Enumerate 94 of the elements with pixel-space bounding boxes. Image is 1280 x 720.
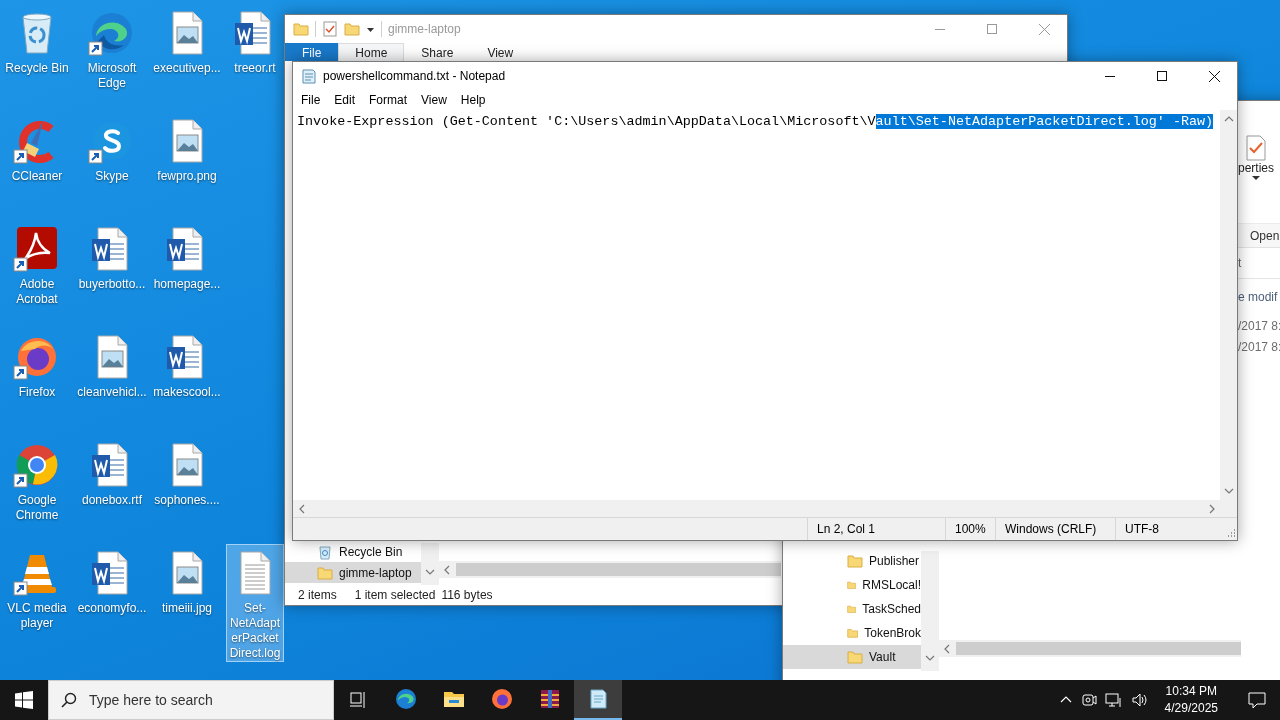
search-field[interactable]: Type here to search — [48, 680, 334, 720]
desktop-icon[interactable]: Firefox — [1, 328, 73, 428]
close-icon — [1208, 70, 1220, 82]
scroll-right-icon[interactable] — [1207, 503, 1217, 514]
scroll-down-icon[interactable] — [1223, 486, 1234, 496]
notification-icon — [1248, 691, 1266, 709]
volume-icon[interactable] — [1130, 692, 1149, 708]
close-icon — [1038, 23, 1050, 35]
maximize-icon — [1157, 71, 1167, 81]
vertical-scrollbar[interactable] — [421, 543, 439, 585]
desktop-icon[interactable]: donebox.rtf — [76, 436, 148, 536]
scroll-left-icon[interactable] — [442, 564, 452, 575]
taskbar-button[interactable] — [574, 680, 622, 720]
desktop-icon[interactable]: Google Chrome — [1, 436, 73, 536]
archive-icon — [538, 687, 562, 711]
menu-item[interactable]: Edit — [327, 93, 363, 107]
menu-item[interactable]: Format — [362, 93, 415, 107]
scrollbar-thumb[interactable] — [956, 642, 1241, 655]
desktop-icon[interactable]: VLC media player — [1, 544, 73, 644]
browser-icon — [490, 687, 514, 711]
caret-icon — [1252, 175, 1260, 181]
folder-icon — [847, 553, 863, 569]
nav-item[interactable]: TaskSched — [783, 597, 921, 621]
scroll-up-icon[interactable] — [1223, 114, 1234, 124]
date-cell: /2017 8: — [1238, 318, 1280, 333]
network-icon[interactable] — [1104, 692, 1123, 708]
browser-icon — [394, 687, 418, 711]
desktop-icon[interactable]: executivep... — [151, 4, 223, 104]
status-text: 116 bytes — [441, 588, 493, 602]
nav-item[interactable]: Recycle Bin — [285, 541, 421, 562]
windows-logo-icon — [15, 691, 33, 709]
properties-icon — [1245, 135, 1267, 161]
desktop-icon[interactable]: fewpro.png — [151, 112, 223, 212]
ribbon-tab[interactable]: Share — [404, 43, 471, 61]
desktop-icon[interactable]: Set-NetAdapterPacketDirect.log — [226, 544, 284, 662]
menu-item[interactable]: File — [294, 93, 328, 107]
maximize-icon — [987, 24, 997, 34]
nav-item[interactable]: Vault — [783, 645, 921, 669]
nav-item[interactable]: gimme-laptop — [285, 562, 421, 583]
desktop-icon[interactable]: treeor.rt — [226, 4, 284, 104]
horizontal-scrollbar[interactable] — [939, 640, 1241, 657]
desktop-icon[interactable]: homepage... — [151, 220, 223, 320]
desktop-icon[interactable]: timeiii.jpg — [151, 544, 223, 644]
horizontal-scrollbar[interactable] — [439, 561, 781, 578]
scroll-down-icon[interactable] — [425, 567, 435, 577]
camera-icon[interactable] — [1080, 692, 1097, 708]
desktop-icon[interactable]: Microsoft Edge — [76, 4, 148, 104]
desktop-icon[interactable]: Skype — [76, 112, 148, 212]
status-text: UTF-8 — [1115, 518, 1221, 540]
horizontal-scrollbar[interactable] — [293, 500, 1237, 517]
search-icon — [61, 692, 77, 708]
desktop-icon[interactable]: cleanvehicl... — [76, 328, 148, 428]
desktop-icon[interactable]: economyfo... — [76, 544, 148, 644]
folder-icon — [847, 649, 863, 665]
nav-item[interactable]: RMSLocal! — [783, 573, 921, 597]
status-text: Ln 2, Col 1 — [807, 518, 945, 540]
ribbon-tab[interactable]: Home — [338, 43, 405, 61]
desktop-icon[interactable]: Adobe Acrobat — [1, 220, 73, 320]
status-text: 2 items — [298, 588, 337, 602]
nav-item[interactable]: TokenBrok — [783, 621, 921, 645]
recycle-bin-icon — [317, 543, 333, 560]
menu-item[interactable]: Help — [453, 93, 493, 107]
status-text: 1 item selected — [354, 588, 436, 602]
ribbon-group-label: Open — [1238, 223, 1280, 247]
ribbon-tab[interactable]: File — [285, 43, 339, 61]
window-title: gimme-laptop — [388, 22, 462, 36]
scroll-left-icon[interactable] — [297, 503, 307, 514]
date-cell: /2017 8: — [1238, 339, 1280, 354]
folder-icon — [317, 564, 333, 581]
vertical-scrollbar[interactable] — [1220, 110, 1237, 500]
nav-item[interactable]: Publisher — [783, 549, 921, 573]
address-bar[interactable]: t — [1238, 256, 1280, 270]
status-text: 100% — [945, 518, 995, 540]
notepad-icon — [301, 68, 317, 84]
column-header[interactable]: e modif — [1238, 290, 1280, 304]
status-text: Windows (CRLF) — [995, 518, 1115, 540]
clock[interactable]: 10:34 PM 4/29/2025 — [1156, 683, 1226, 717]
properties-button[interactable]: perties — [1238, 129, 1275, 181]
desktop-icon[interactable]: sophones.... — [151, 436, 223, 536]
scroll-down-icon[interactable] — [925, 653, 935, 663]
scroll-left-icon[interactable] — [942, 643, 952, 654]
folder-icon — [293, 21, 309, 37]
properties-icon[interactable] — [322, 21, 338, 37]
desktop-icon[interactable]: CCleaner — [1, 112, 73, 212]
desktop-icon[interactable]: buyerbotto... — [76, 220, 148, 320]
scrollbar-thumb[interactable] — [456, 563, 781, 576]
menu-item[interactable]: View — [414, 93, 454, 107]
editor-text: Invoke-Expression (Get-Content 'C:\Users\admin\AppData\Local\Microsoft\V — [297, 114, 876, 129]
desktop-icon[interactable]: makescool... — [151, 328, 223, 428]
window-title: powershellcommand.txt - Notepad — [323, 69, 507, 83]
desktop-icon[interactable]: Recycle Bin — [1, 4, 73, 104]
ribbon-tab[interactable]: View — [470, 43, 531, 61]
folder-icon — [344, 21, 360, 37]
vertical-scrollbar[interactable] — [921, 551, 939, 671]
